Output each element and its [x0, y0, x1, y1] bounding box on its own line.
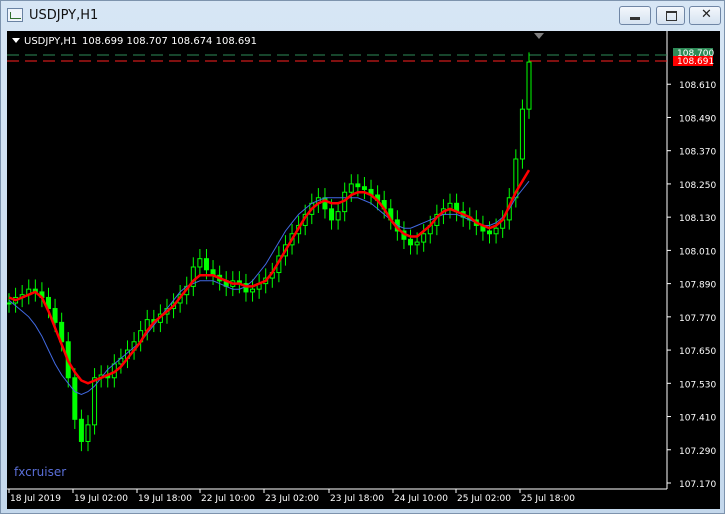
- candle-body: [361, 186, 367, 190]
- candle-body: [487, 230, 493, 235]
- slow-moving-average-line: [8, 180, 530, 395]
- bid-price-label: 108.691: [677, 57, 714, 67]
- candle-body: [335, 211, 341, 221]
- price-tick-label: 107.170: [679, 480, 716, 490]
- time-tick-label: 22 Jul 10:00: [201, 494, 255, 504]
- fast-moving-average-line: [8, 169, 531, 385]
- candle-body: [203, 258, 209, 271]
- time-tick-label: 19 Jul 02:00: [74, 494, 128, 504]
- watermark: fxcruiser: [14, 465, 66, 479]
- time-tick-label: 23 Jul 02:00: [265, 494, 319, 504]
- price-tick-label: 108.370: [679, 148, 716, 158]
- candle-body: [85, 424, 91, 442]
- chart-window: USDJPY,H1 ✕ USDJPY,H1 108.699 108.707 10…: [0, 0, 725, 514]
- price-tick-label: 107.770: [679, 314, 716, 324]
- window-title: USDJPY,H1: [29, 8, 99, 23]
- close-button[interactable]: ✕: [689, 6, 721, 25]
- candle-body: [250, 288, 256, 293]
- price-tick-label: 108.130: [679, 214, 716, 224]
- price-tick-label: 107.410: [679, 414, 716, 424]
- candle-body: [329, 208, 335, 221]
- price-chart[interactable]: USDJPY,H1 108.699 108.707 108.674 108.69…: [7, 31, 720, 509]
- candle-body: [7, 302, 12, 305]
- time-tick-label: 25 Jul 18:00: [521, 494, 575, 504]
- candle-body: [78, 418, 84, 442]
- candle-body: [526, 61, 532, 110]
- price-tick-label: 107.290: [679, 447, 716, 457]
- symbol-dropdown-icon[interactable]: [12, 38, 20, 43]
- price-tick-label: 107.890: [679, 281, 716, 291]
- chart-window-icon: [7, 8, 23, 22]
- time-tick-label: 18 Jul 2019: [10, 494, 61, 504]
- candle-body: [493, 227, 499, 235]
- chart-shift-marker[interactable]: [534, 33, 544, 39]
- title-bar[interactable]: USDJPY,H1 ✕: [1, 1, 724, 31]
- candle-body: [72, 377, 78, 420]
- candle-body: [421, 233, 427, 243]
- candle-body: [414, 241, 420, 246]
- maximize-button[interactable]: [656, 6, 685, 25]
- price-tick-label: 107.530: [679, 380, 716, 390]
- price-tick-label: 108.010: [679, 247, 716, 257]
- close-icon: ✕: [701, 7, 712, 22]
- price-tick-label: 108.250: [679, 181, 716, 191]
- time-tick-label: 25 Jul 02:00: [457, 494, 511, 504]
- candle-body: [348, 183, 354, 193]
- price-tick-label: 108.610: [679, 81, 716, 91]
- symbol-label: USDJPY,H1: [24, 36, 77, 47]
- time-tick-label: 19 Jul 18:00: [138, 494, 192, 504]
- price-tick-label: 107.650: [679, 347, 716, 357]
- candle-body: [52, 308, 58, 323]
- minimize-button[interactable]: [619, 6, 651, 25]
- ohlc-values: 108.699 108.707 108.674 108.691: [82, 36, 257, 47]
- time-tick-label: 23 Jul 18:00: [330, 494, 384, 504]
- candle-series: [7, 52, 532, 452]
- chart-canvas[interactable]: USDJPY,H1 108.699 108.707 108.674 108.69…: [7, 31, 720, 509]
- candle-body: [408, 238, 414, 246]
- candle-body: [197, 258, 203, 268]
- time-axis-ticks: 18 Jul 2019 19 Jul 02:00 19 Jul 18:00 22 Ju…: [8, 489, 575, 504]
- candle-body: [355, 183, 361, 188]
- time-tick-label: 24 Jul 10:00: [394, 494, 448, 504]
- price-tick-label: 108.490: [679, 114, 716, 124]
- candle-body: [519, 108, 525, 160]
- price-axis-ticks: 108.610 108.490 108.370 108.250 108.130 108.0…: [667, 81, 716, 490]
